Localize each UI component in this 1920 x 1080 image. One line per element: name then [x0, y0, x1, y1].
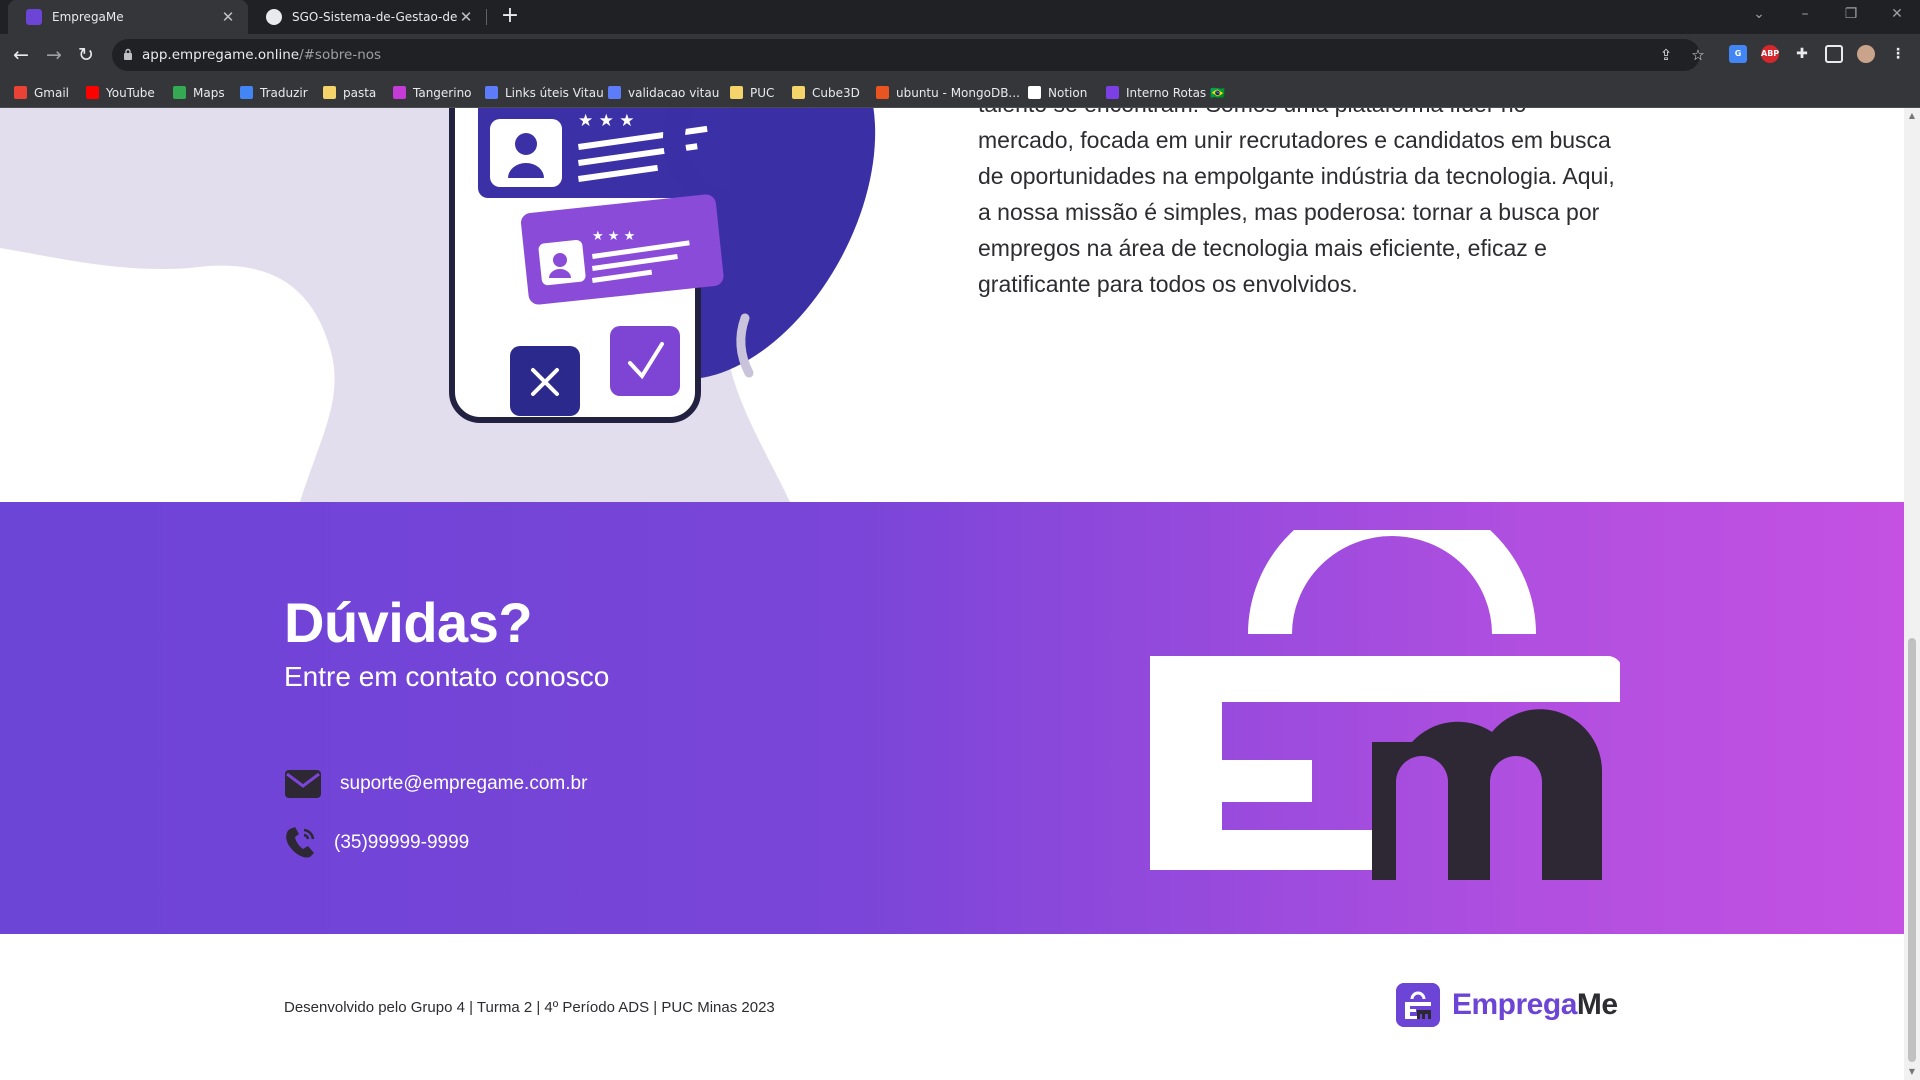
notion-icon [1028, 86, 1041, 99]
contact-subtitle: Entre em contato conosco [284, 661, 610, 692]
chrome-menu-icon[interactable]: ⋮ [1889, 45, 1907, 63]
contact-section: Dúvidas? Entre em contato conosco suport… [0, 502, 1904, 934]
empregame-logo-icon [1396, 983, 1440, 1027]
google-translate-extension-icon[interactable]: G [1729, 45, 1747, 63]
adblock-plus-extension-icon[interactable]: ABP [1761, 45, 1779, 63]
tab-title: EmpregaMe [52, 10, 124, 24]
email-link[interactable]: suporte@empregame.com.br [340, 773, 587, 795]
bookmark-item[interactable]: Traduzir [240, 84, 308, 101]
contact-title: Dúvidas? [284, 591, 533, 654]
tab-github[interactable]: SGO-Sistema-de-Gestao-de-ON ✕ [248, 0, 486, 34]
svg-text:★ ★ ★: ★ ★ ★ [578, 111, 635, 131]
bookmark-item[interactable]: Interno Rotas 🇧🇷 [1106, 84, 1225, 101]
bookmarks-bar: Gmail YouTube Maps Traduzir pasta Tangerino Li… [0, 76, 1920, 108]
minimize-icon[interactable]: – [1782, 0, 1828, 30]
bookmark-item[interactable]: Cube3D [792, 84, 860, 101]
folder-icon [730, 86, 743, 99]
scroll-down-arrow-icon[interactable]: ▼ [1908, 1068, 1916, 1076]
restore-icon[interactable]: ❐ [1828, 0, 1874, 30]
bookmark-item[interactable]: PUC [730, 84, 774, 101]
reload-icon[interactable]: ↻ [75, 44, 97, 66]
close-tab-icon[interactable]: ✕ [220, 8, 236, 26]
address-bar[interactable]: app.empregame.online/#sobre-nos ⇪ ☆ [112, 39, 1705, 71]
tangerino-icon [393, 86, 406, 99]
about-paragraph: talento se encontram! Somos uma platafor… [978, 108, 1615, 297]
bookmark-label: Interno Rotas 🇧🇷 [1126, 85, 1225, 100]
ubuntu-icon [876, 86, 889, 99]
bookmark-item[interactable]: validacao vitau [608, 84, 719, 101]
envelope-icon [285, 770, 321, 798]
phone-number: (35)99999-9999 [334, 832, 470, 853]
gmail-icon [14, 86, 27, 99]
bookmark-label: pasta [343, 85, 377, 100]
bookmark-label: Traduzir [260, 85, 308, 100]
bookmark-label: validacao vitau [628, 85, 720, 100]
vitau-icon [485, 86, 498, 99]
tab-divider [486, 9, 487, 25]
about-illustration: ★ ★ ★ ★ ★ ★ [0, 108, 876, 502]
bookmark-label: PUC [750, 85, 775, 100]
bookmark-item[interactable]: Notion [1028, 84, 1087, 101]
bookmark-label: Cube3D [812, 85, 860, 100]
github-favicon-icon [266, 9, 282, 25]
extensions-puzzle-icon[interactable]: ✚ [1793, 45, 1811, 63]
forward-arrow-icon[interactable]: → [43, 44, 65, 66]
close-tab-icon[interactable]: ✕ [458, 8, 474, 26]
folder-icon [323, 86, 336, 99]
window-close-icon[interactable]: ✕ [1874, 0, 1920, 30]
page-footer: Desenvolvido pelo Grupo 4 | Turma 2 | 4º… [0, 934, 1904, 1080]
lock-icon [124, 48, 132, 60]
footer-credits: Desenvolvido pelo Grupo 4 | Turma 2 | 4º… [284, 999, 775, 1016]
page-viewport: ★ ★ ★ ★ ★ ★ talento se encontram! Somos … [0, 108, 1904, 1080]
profile-avatar[interactable] [1857, 45, 1875, 63]
page-scrollbar[interactable]: ▲ ▼ [1904, 108, 1920, 1080]
bookmark-item[interactable]: Links úteis Vitau [485, 84, 604, 101]
vitau-icon [608, 86, 621, 99]
url-text: app.empregame.online/#sobre-nos [142, 47, 382, 63]
tab-strip: EmpregaMe ✕ SGO-Sistema-de-Gestao-de-ON … [0, 0, 1920, 34]
bookmark-label: Gmail [34, 85, 70, 100]
new-tab-plus-icon[interactable]: + [497, 4, 523, 30]
bookmark-item[interactable]: pasta [323, 84, 376, 101]
bookmark-star-icon[interactable]: ☆ [1689, 46, 1707, 64]
phone-icon [286, 827, 315, 858]
empregame-favicon-icon [26, 9, 42, 25]
bookmark-label: Notion [1048, 85, 1088, 100]
bookmark-item[interactable]: Maps [173, 84, 225, 101]
bookmark-label: Tangerino [413, 85, 472, 100]
svg-text:★ ★ ★: ★ ★ ★ [592, 229, 635, 244]
side-panel-icon[interactable] [1825, 45, 1843, 63]
maps-icon [173, 86, 186, 99]
email-contact[interactable]: suporte@empregame.com.br [284, 766, 587, 802]
translate-icon [240, 86, 253, 99]
scrollbar-thumb[interactable] [1908, 638, 1916, 1062]
brand-name: EmpregaMe [1452, 988, 1618, 1021]
tab-empregame[interactable]: EmpregaMe ✕ [8, 0, 248, 34]
phone-contact[interactable]: (35)99999-9999 [284, 825, 469, 861]
bookmark-item[interactable]: ubuntu - MongoDB... [876, 84, 1020, 101]
bookmark-label: YouTube [106, 85, 155, 100]
tab-title: SGO-Sistema-de-Gestao-de-ON [292, 10, 458, 24]
folder-icon [792, 86, 805, 99]
scroll-up-arrow-icon[interactable]: ▲ [1908, 112, 1916, 120]
bookmark-label: ubuntu - MongoDB... [896, 85, 1020, 100]
browser-toolbar: ← → ↻ app.empregame.online/#sobre-nos ⇪ … [0, 34, 1920, 76]
bookmark-item[interactable]: Gmail [14, 84, 69, 101]
tab-search-chevron-icon[interactable]: ⌄ [1736, 0, 1782, 30]
share-icon[interactable]: ⇪ [1657, 46, 1675, 64]
bookmark-item[interactable]: YouTube [86, 84, 155, 101]
back-arrow-icon[interactable]: ← [10, 44, 32, 66]
youtube-icon [86, 86, 99, 99]
footer-brand-logo[interactable]: EmpregaMe [1396, 982, 1618, 1028]
bookmark-item[interactable]: Tangerino [393, 84, 472, 101]
bookmark-label: Links úteis Vitau [505, 85, 604, 100]
bookmark-label: Maps [193, 85, 225, 100]
em-logo-watermark [1150, 530, 1620, 880]
rotas-icon [1106, 86, 1119, 99]
